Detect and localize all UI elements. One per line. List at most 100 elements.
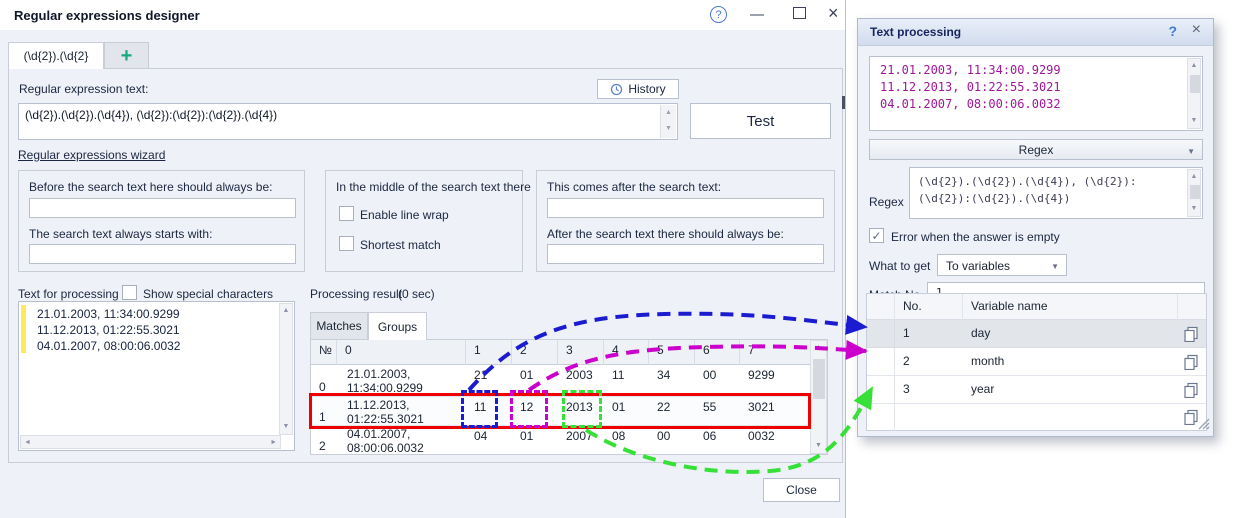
variable-name: year: [963, 376, 1178, 396]
splitter-handle[interactable]: [842, 96, 845, 109]
sample-v-scrollbar[interactable]: ▲ ▼: [1187, 58, 1201, 129]
variable-no: 1: [895, 320, 963, 340]
variable-row[interactable]: 2 month: [867, 348, 1206, 376]
error-checkbox-label: Error when the answer is empty: [891, 230, 1060, 244]
variable-row[interactable]: 1 day: [867, 320, 1206, 348]
regex-input-value: (\d{2}).(\d{2}).(\d{4}), (\d{2}):(\d{2})…: [19, 104, 677, 122]
show-special-chars-label: Show special characters: [143, 287, 273, 301]
show-special-chars-checkbox[interactable]: [122, 285, 137, 300]
col-header[interactable]: 4: [604, 340, 649, 365]
processing-line: 21.01.2003, 11:34:00.9299: [37, 306, 180, 322]
what-to-get-label: What to get: [869, 259, 930, 273]
regex-input-spinner[interactable]: ▲ ▼: [660, 105, 676, 138]
text-processing-panel: Text processing ? × 21.01.2003, 11:34:00…: [857, 18, 1214, 437]
regex-v-scrollbar[interactable]: ▲ ▼: [1187, 169, 1201, 217]
panel-sample-text[interactable]: 21.01.2003, 11:34:00.9299 11.12.2013, 01…: [869, 56, 1203, 131]
variable-name: month: [963, 348, 1178, 368]
window-title: Regular expressions designer: [14, 8, 200, 23]
group-cell: 11: [604, 365, 649, 382]
copy-icon[interactable]: [1183, 354, 1199, 373]
variable-no: 2: [895, 348, 963, 368]
highlight-cell-month: [510, 390, 548, 428]
copy-icon[interactable]: [1183, 409, 1199, 428]
error-checkbox[interactable]: ✓: [869, 228, 884, 243]
mode-dropdown[interactable]: Regex ▼: [869, 139, 1203, 160]
starts-with-label: The search text always starts with:: [29, 227, 212, 241]
tab-regex-pattern[interactable]: (\d{2}).(\d{2}: [8, 42, 104, 69]
row-no: 2: [311, 426, 337, 455]
h-scrollbar[interactable]: ◄ ►: [20, 435, 281, 449]
starts-with-input[interactable]: [29, 244, 296, 264]
table-row[interactable]: 2 04.01.2007, 08:00:06.0032 04 01 2007 0…: [311, 426, 810, 455]
table-v-scrollbar[interactable]: ▲ ▼: [810, 340, 827, 454]
copy-icon[interactable]: [1183, 382, 1199, 401]
wizard-link[interactable]: Regular expressions wizard: [18, 148, 165, 162]
highlight-cell-day: [461, 390, 498, 428]
regex-input[interactable]: (\d{2}).(\d{2}).(\d{4}), (\d{2}):(\d{2})…: [18, 103, 678, 140]
panel-regex-label: Regex: [869, 195, 904, 209]
highlight-row-rect: [309, 393, 811, 429]
col-header[interactable]: 1: [466, 340, 512, 365]
col-header[interactable]: 5: [649, 340, 695, 365]
processing-result-label: Processing result: [310, 287, 402, 301]
processing-line: 04.01.2007, 08:00:06.0032: [37, 338, 180, 354]
variable-no: [895, 404, 963, 407]
history-button-label: History: [628, 82, 665, 96]
panel-help-icon[interactable]: ?: [1168, 23, 1177, 39]
what-to-get-dropdown[interactable]: To variables ▼: [937, 254, 1067, 276]
group-cell: 21: [466, 365, 512, 382]
col-header[interactable]: 2: [512, 340, 558, 365]
shortest-match-checkbox[interactable]: [339, 236, 354, 251]
group-cell: 01: [512, 365, 558, 382]
group-cell: 00: [695, 365, 740, 382]
panel-close-icon[interactable]: ×: [1192, 21, 1201, 39]
variable-name: [963, 404, 1178, 407]
middle-groupbox: In the middle of the search text there E…: [325, 170, 523, 272]
highlight-cell-year: [562, 390, 602, 428]
test-button[interactable]: Test: [690, 103, 831, 139]
add-tab-button[interactable]: +: [104, 42, 149, 69]
col-header[interactable]: 6: [695, 340, 740, 365]
help-icon[interactable]: ?: [710, 6, 727, 23]
variables-table: No. Variable name 1 day 2 month 3 ye: [866, 293, 1207, 431]
col-header[interactable]: 0: [337, 340, 466, 365]
col-header[interactable]: 3: [558, 340, 604, 365]
col-header[interactable]: No.: [895, 294, 963, 320]
variable-row[interactable]: [867, 404, 1206, 431]
close-icon[interactable]: ×: [828, 3, 839, 24]
after-always-input[interactable]: [547, 244, 824, 264]
close-button[interactable]: Close: [763, 478, 840, 502]
tab-matches[interactable]: Matches: [310, 312, 368, 340]
variable-row[interactable]: 3 year: [867, 376, 1206, 404]
before-input[interactable]: [29, 198, 296, 218]
panel-regex-input[interactable]: (\d{2}).(\d{2}).(\d{4}), (\d{2}): (\d{2}…: [909, 167, 1203, 219]
chevron-down-icon: ▼: [1051, 262, 1059, 271]
screen: Regular expressions designer ? × (\d{2})…: [0, 0, 1234, 518]
sample-line: 21.01.2003, 11:34:00.9299: [880, 62, 1061, 79]
match-cell: 04.01.2007, 08:00:06.0032: [337, 426, 455, 455]
history-button[interactable]: History: [597, 79, 679, 99]
panel-title: Text processing: [870, 25, 961, 39]
maximize-icon[interactable]: [793, 7, 806, 19]
col-header[interactable]: Variable name: [963, 294, 1178, 320]
regex-designer-window: Regular expressions designer ? × (\d{2})…: [0, 0, 846, 518]
title-bar: Regular expressions designer ? ×: [0, 0, 845, 30]
regex-text-label: Regular expression text:: [19, 82, 148, 96]
processing-line: 11.12.2013, 01:22:55.3021: [37, 322, 180, 338]
col-header[interactable]: №: [311, 340, 337, 365]
after-input[interactable]: [547, 198, 824, 218]
col-header[interactable]: 7: [740, 340, 810, 365]
panel-title-bar[interactable]: Text processing ? ×: [858, 19, 1213, 46]
enable-line-wrap-checkbox[interactable]: [339, 206, 354, 221]
group-cell: 34: [649, 365, 695, 382]
tab-groups[interactable]: Groups: [368, 312, 427, 340]
copy-icon[interactable]: [1183, 326, 1199, 345]
text-for-processing-area[interactable]: 21.01.2003, 11:34:00.9299 11.12.2013, 01…: [18, 301, 295, 451]
resize-grip[interactable]: [1198, 418, 1210, 433]
shortest-match-label: Shortest match: [360, 238, 441, 252]
middle-title: In the middle of the search text there: [336, 180, 531, 194]
after-label: This comes after the search text:: [547, 180, 721, 194]
enable-line-wrap-label: Enable line wrap: [360, 208, 449, 222]
v-scrollbar[interactable]: ▲ ▼: [279, 303, 293, 435]
minimize-icon[interactable]: [750, 14, 764, 16]
